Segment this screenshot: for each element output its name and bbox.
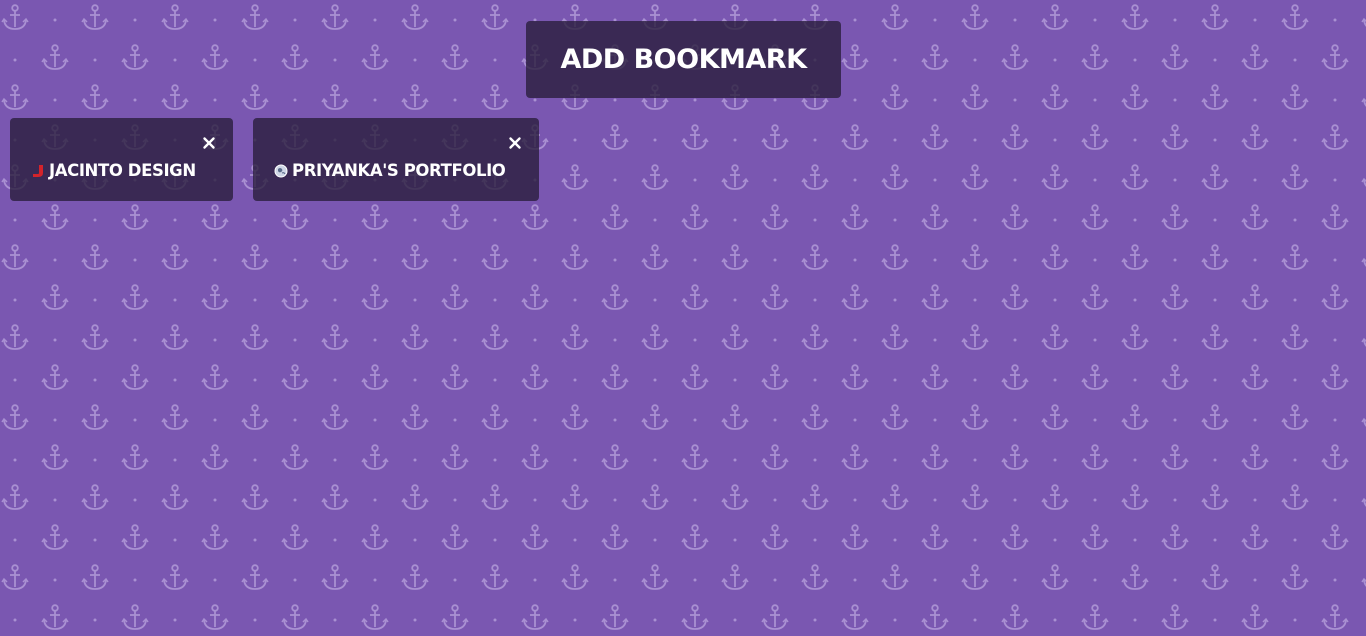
jacinto-j-favicon [33, 164, 43, 177]
globe-favicon [274, 164, 288, 177]
add-bookmark-label: ADD BOOKMARK [560, 44, 807, 75]
bookmark-title: PRIYANKA'S PORTFOLIO [292, 161, 506, 180]
bookmark-link-priyankas-portfolio[interactable]: PRIYANKA'S PORTFOLIO [274, 161, 506, 180]
bookmark-card-jacinto-design: JACINTO DESIGN [10, 118, 233, 201]
add-bookmark-button[interactable]: ADD BOOKMARK [526, 21, 841, 98]
close-icon[interactable] [508, 136, 522, 150]
bookmark-link-jacinto-design[interactable]: JACINTO DESIGN [31, 161, 196, 180]
bookmark-title: JACINTO DESIGN [49, 161, 196, 180]
bookmark-card-priyankas-portfolio: PRIYANKA'S PORTFOLIO [253, 118, 539, 201]
close-icon[interactable] [202, 136, 216, 150]
